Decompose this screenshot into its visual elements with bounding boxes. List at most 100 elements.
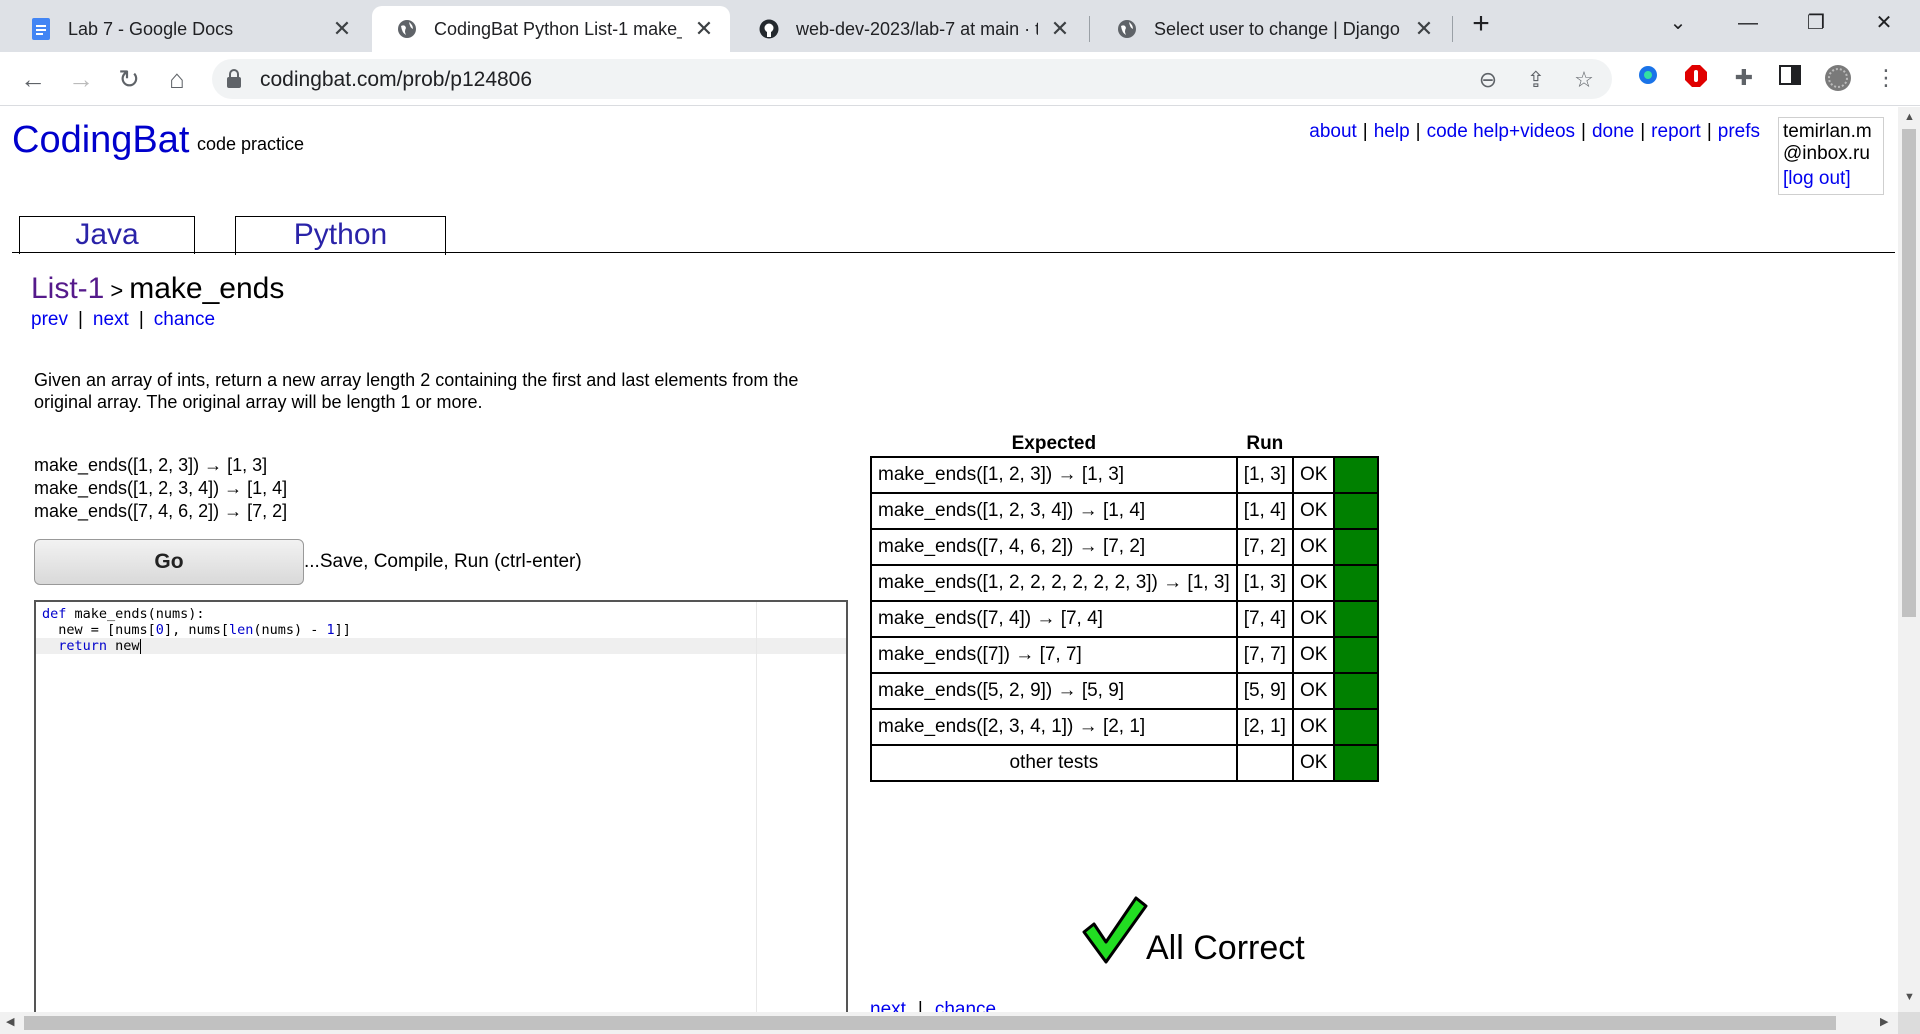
side-panel-icon[interactable]: [1776, 64, 1804, 92]
table-row: make_ends([2, 3, 4, 1]) → [2, 1] [2, 1] …: [870, 708, 1380, 746]
vertical-scrollbar[interactable]: ▲ ▼: [1898, 107, 1920, 1012]
link-done[interactable]: done: [1592, 121, 1634, 142]
forward-icon[interactable]: →: [64, 62, 98, 96]
new-tab-button[interactable]: +: [1466, 9, 1496, 40]
all-correct-label: All Correct: [1146, 929, 1305, 967]
scrollbar-thumb[interactable]: [1902, 129, 1916, 617]
run-cell: [7, 4]: [1235, 600, 1294, 638]
code-line: new = [nums[0], nums[len(nums) - 1]]: [42, 622, 351, 638]
status-cell: OK: [1291, 600, 1336, 638]
link-code-help-videos[interactable]: code help+videos: [1427, 121, 1575, 142]
restore-icon[interactable]: ❐: [1796, 8, 1836, 38]
browser-tab[interactable]: Lab 7 - Google Docs ✕: [6, 6, 368, 52]
share-icon[interactable]: ⇪: [1524, 68, 1548, 92]
address-bar[interactable]: codingbat.com/prob/p124806 ⊖ ⇪ ☆: [212, 59, 1612, 99]
example-line: make_ends([7, 4, 6, 2]) → [7, 2]: [34, 501, 288, 521]
adblock-icon[interactable]: [1682, 64, 1710, 92]
tab-divider: [1089, 16, 1090, 42]
logout-link[interactable]: [log out]: [1783, 168, 1879, 190]
minimize-icon[interactable]: —: [1728, 8, 1768, 38]
scroll-right-icon[interactable]: ▶: [1880, 1015, 1888, 1028]
table-row: make_ends([1, 2, 3, 4]) → [1, 4] [1, 4] …: [870, 492, 1380, 530]
next-link[interactable]: next: [93, 309, 129, 330]
browser-tab-active[interactable]: CodingBat Python List-1 make_ends ✕: [372, 6, 730, 52]
table-row: make_ends([1, 2, 3]) → [1, 3] [1, 3] OK: [870, 456, 1380, 494]
other-tests-cell: other tests: [870, 744, 1238, 782]
link-report[interactable]: report: [1651, 121, 1701, 142]
status-cell: OK: [1291, 564, 1336, 602]
browser-toolbar: ← → ↻ ⌂ codingbat.com/prob/p124806 ⊖ ⇪ ☆: [0, 52, 1920, 106]
bottom-nav: next | chance: [870, 999, 996, 1012]
close-icon[interactable]: ✕: [330, 17, 354, 41]
lock-icon[interactable]: [226, 69, 242, 94]
bookmark-star-icon[interactable]: ☆: [1572, 68, 1596, 92]
tab-java[interactable]: Java: [19, 216, 195, 254]
scroll-up-icon[interactable]: ▲: [1904, 111, 1915, 123]
examples: make_ends([1, 2, 3]) → [1, 3] make_ends(…: [34, 454, 287, 523]
breadcrumb: List-1 > make_ends: [31, 272, 284, 306]
expected-cell: make_ends([7, 4, 6, 2]) → [7, 2]: [870, 528, 1238, 566]
scroll-down-icon[interactable]: ▼: [1904, 991, 1915, 1003]
close-icon[interactable]: ✕: [692, 17, 716, 41]
puzzle-icon[interactable]: ✚: [1730, 64, 1758, 92]
link-help[interactable]: help: [1374, 121, 1410, 142]
user-box: temirlan.m @inbox.ru [log out]: [1778, 117, 1884, 195]
globe-icon: [1116, 18, 1138, 40]
tab-title: Lab 7 - Google Docs: [68, 18, 234, 39]
breadcrumb-category[interactable]: List-1: [31, 272, 104, 305]
close-icon[interactable]: ✕: [1048, 17, 1072, 41]
close-window-icon[interactable]: ✕: [1864, 8, 1904, 38]
pass-indicator: [1333, 564, 1380, 602]
link-about[interactable]: about: [1309, 121, 1357, 142]
pass-indicator: [1333, 492, 1380, 530]
expected-cell: make_ends([7]) → [7, 7]: [870, 636, 1238, 674]
results-table: Expected Run make_ends([1, 2, 3]) → [1, …: [870, 431, 1380, 782]
extension-icon[interactable]: [1634, 64, 1662, 92]
reload-icon[interactable]: ↻: [112, 62, 146, 96]
prev-link[interactable]: prev: [31, 309, 68, 330]
pass-indicator: [1333, 600, 1380, 638]
close-icon[interactable]: ✕: [1412, 17, 1436, 41]
tab-underline: [12, 252, 1895, 253]
table-row: make_ends([5, 2, 9]) → [5, 9] [5, 9] OK: [870, 672, 1380, 710]
scroll-left-icon[interactable]: ◀: [6, 1015, 14, 1028]
breadcrumb-separator: >: [110, 278, 124, 303]
expected-cell: make_ends([1, 2, 3, 4]) → [1, 4]: [870, 492, 1238, 530]
tab-search-icon[interactable]: ⌄: [1658, 8, 1698, 38]
expected-cell: make_ends([5, 2, 9]) → [5, 9]: [870, 672, 1238, 710]
zoom-icon[interactable]: ⊖: [1476, 68, 1500, 92]
horizontal-scrollbar[interactable]: ◀ ▶: [0, 1012, 1898, 1034]
go-button[interactable]: Go: [34, 539, 304, 585]
logo[interactable]: CodingBat: [12, 119, 189, 162]
browser-tab[interactable]: Select user to change | Django site ✕: [1092, 6, 1450, 52]
table-row-other-tests: other tests OK: [870, 744, 1380, 782]
expected-cell: make_ends([1, 2, 2, 2, 2, 2, 2, 3]) → [1…: [870, 564, 1238, 602]
pass-indicator: [1333, 672, 1380, 710]
tab-title: Select user to change | Django site: [1154, 18, 1402, 39]
profile-avatar-icon[interactable]: [1824, 64, 1852, 92]
chance-link[interactable]: chance: [154, 309, 215, 330]
problem-nav: prev | next | chance: [31, 309, 216, 330]
code-editor[interactable]: def make_ends(nums): new = [nums[0], num…: [34, 600, 848, 1012]
globe-icon: [396, 18, 418, 40]
chance-link[interactable]: chance: [935, 999, 996, 1012]
example-line: make_ends([1, 2, 3, 4]) → [1, 4]: [34, 478, 288, 498]
active-line-highlight: [36, 638, 846, 654]
back-icon[interactable]: ←: [16, 62, 50, 96]
next-link[interactable]: next: [870, 999, 906, 1012]
tab-python[interactable]: Python: [235, 216, 446, 255]
run-cell: [7, 7]: [1235, 636, 1294, 674]
table-row: make_ends([7, 4, 6, 2]) → [7, 2] [7, 2] …: [870, 528, 1380, 566]
go-hint: ...Save, Compile, Run (ctrl-enter): [304, 551, 582, 572]
logo-subtitle: code practice: [197, 134, 305, 154]
print-margin: [756, 602, 757, 1012]
run-cell: [7, 2]: [1235, 528, 1294, 566]
browser-tab[interactable]: web-dev-2023/lab-7 at main · tim ✕: [734, 6, 1086, 52]
menu-kebab-icon[interactable]: ⋮: [1872, 64, 1900, 92]
scrollbar-corner: [1898, 1012, 1920, 1034]
user-email-line1: temirlan.m: [1783, 121, 1872, 142]
home-icon[interactable]: ⌂: [160, 62, 194, 96]
scrollbar-thumb[interactable]: [24, 1016, 1836, 1030]
run-cell: [1, 3]: [1235, 564, 1294, 602]
link-prefs[interactable]: prefs: [1718, 121, 1760, 142]
